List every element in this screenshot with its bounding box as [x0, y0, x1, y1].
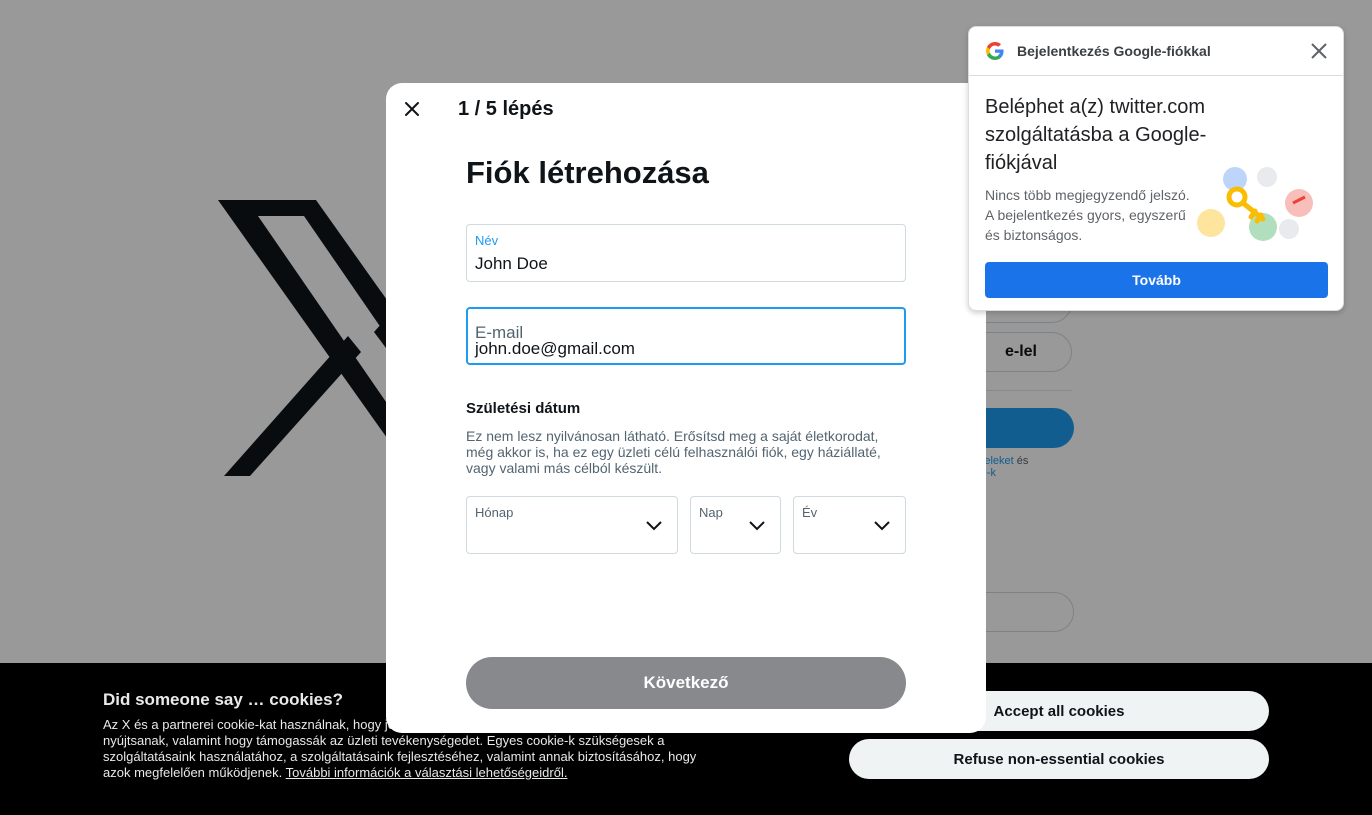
refuse-cookies-button[interactable]: Refuse non-essential cookies: [849, 739, 1269, 779]
email-field-value: john.doe@gmail.com: [475, 339, 635, 358]
google-continue-button[interactable]: Tovább: [985, 262, 1328, 298]
name-field-value: John Doe: [475, 254, 548, 273]
google-signin-popup: Bejelentkezés Google-fiókkal Beléphet a(…: [968, 26, 1344, 311]
chevron-down-icon: [874, 521, 890, 531]
google-popup-header: Bejelentkezés Google-fiókkal: [969, 27, 1343, 76]
year-select-label: Év: [802, 505, 818, 520]
google-popup-title: Beléphet a(z) twitter.com szolgáltatásba…: [985, 96, 1207, 174]
close-icon[interactable]: [1309, 41, 1329, 61]
cookie-title: Did someone say … cookies?: [103, 690, 343, 709]
chevron-down-icon: [646, 521, 662, 531]
name-field[interactable]: Név John Doe: [466, 224, 906, 282]
chevron-down-icon: [749, 521, 765, 531]
google-logo-icon: [986, 42, 1004, 60]
day-select[interactable]: Nap: [690, 496, 781, 554]
step-indicator: 1 / 5 lépés: [458, 98, 554, 120]
dob-title: Születési dátum: [466, 400, 581, 417]
key-illustration-icon: [1197, 167, 1313, 241]
day-select-label: Nap: [699, 505, 723, 520]
close-icon: [405, 102, 419, 116]
close-button[interactable]: [400, 97, 424, 121]
name-field-label: Név: [475, 233, 499, 248]
page-title: Fiók létrehozása: [466, 155, 709, 190]
dob-description: Ez nem lesz nyilvánosan látható. Erősíts…: [466, 428, 881, 476]
signup-modal: 1 / 5 lépés Fiók létrehozása Név John Do…: [386, 83, 986, 733]
email-field[interactable]: E-mail john.doe@gmail.com: [466, 307, 906, 365]
month-select[interactable]: Hónap: [466, 496, 678, 554]
next-button[interactable]: Következő: [466, 657, 906, 709]
month-select-label: Hónap: [475, 505, 514, 520]
google-popup-header-title: Bejelentkezés Google-fiókkal: [1017, 43, 1211, 59]
google-popup-description: Nincs több megjegyzendő jelszó. A bejele…: [985, 187, 1190, 243]
cookie-more-info-link[interactable]: További információk a választási lehetős…: [286, 765, 568, 780]
year-select[interactable]: Év: [793, 496, 906, 554]
